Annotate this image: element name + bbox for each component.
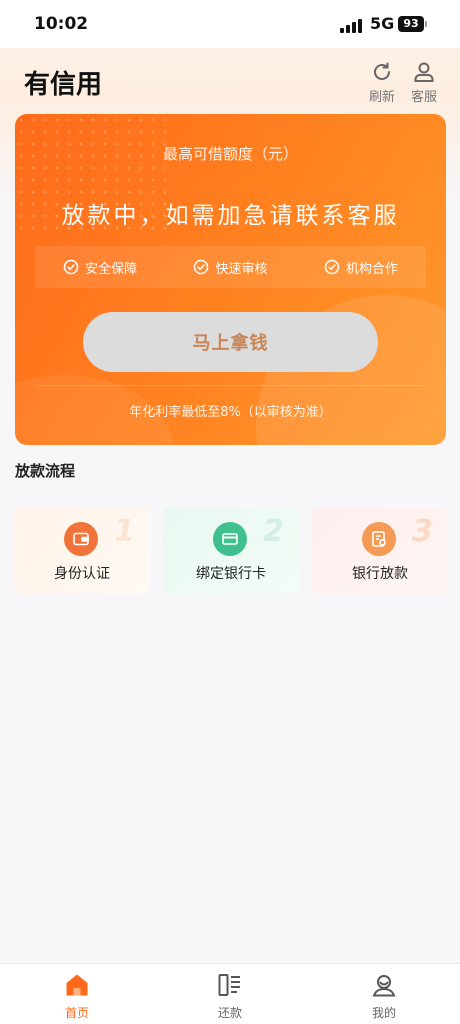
feature-label: 快速审核 xyxy=(215,261,268,277)
customer-service-icon xyxy=(414,62,434,82)
home-icon xyxy=(66,974,88,996)
wallet-icon xyxy=(73,532,89,546)
process-title: 放款流程 xyxy=(15,462,76,480)
process-step-bank-payout: 3 银行放款 xyxy=(312,508,448,594)
credit-limit-label: 最高可借额度（元） xyxy=(162,145,298,163)
profile-icon xyxy=(372,975,396,997)
process-step-bind-card: 2 绑定银行卡 xyxy=(163,508,299,594)
step-icon-circle xyxy=(64,522,98,556)
feature-item: 机构合作 xyxy=(324,258,398,277)
step-icon-circle xyxy=(213,522,247,556)
check-circle-icon xyxy=(63,259,79,275)
divider xyxy=(35,385,426,386)
interest-rate-note: 年化利率最低至8%（以审核为准） xyxy=(129,405,332,420)
refresh-icon xyxy=(374,62,390,80)
get-money-button[interactable]: 马上拿钱 xyxy=(83,312,378,372)
signal-icon xyxy=(340,17,364,33)
refresh-button[interactable]: 刷新 xyxy=(364,60,400,105)
feature-item: 安全保障 xyxy=(63,258,137,277)
feature-label: 安全保障 xyxy=(85,261,138,277)
battery-icon: 93 xyxy=(398,16,424,32)
money-document-icon xyxy=(372,531,386,547)
step-number: 2 xyxy=(263,514,284,549)
feature-label: 机构合作 xyxy=(345,261,398,277)
app-title: 有信用 xyxy=(24,69,103,99)
process-step-identity: 1 身份认证 xyxy=(14,508,150,594)
tab-home[interactable]: 首页 xyxy=(37,972,117,1021)
tab-profile[interactable]: 我的 xyxy=(344,972,424,1021)
loan-status-text: 放款中，如需加急请联系客服 xyxy=(61,203,400,229)
tab-label: 首页 xyxy=(64,1006,89,1020)
step-number: 3 xyxy=(412,514,433,549)
bottom-tab-bar: 首页 还款 我的 xyxy=(0,963,460,1024)
refresh-label: 刷新 xyxy=(368,90,395,105)
step-label: 银行放款 xyxy=(352,566,408,582)
check-circle-icon xyxy=(324,259,340,275)
step-number: 1 xyxy=(114,514,135,549)
bill-icon xyxy=(218,974,240,996)
tab-label: 我的 xyxy=(371,1006,396,1020)
bank-card-icon xyxy=(222,533,238,545)
step-icon-circle xyxy=(362,522,396,556)
network-type: 5G xyxy=(370,14,395,33)
customer-service-button[interactable]: 客服 xyxy=(406,60,442,105)
tab-label: 还款 xyxy=(217,1006,242,1020)
status-time: 10:02 xyxy=(34,14,89,34)
step-label: 身份认证 xyxy=(54,566,110,582)
tab-repayment[interactable]: 还款 xyxy=(190,972,270,1021)
step-label: 绑定银行卡 xyxy=(196,566,266,582)
loan-card: 最高可借额度（元） 放款中，如需加急请联系客服 安全保障 快速审核 机构合作 马… xyxy=(15,114,446,445)
feature-item: 快速审核 xyxy=(193,258,268,277)
battery-cap xyxy=(425,21,427,27)
status-bar: 10:02 5G 93 xyxy=(0,0,460,48)
check-circle-icon xyxy=(194,259,209,275)
feature-strip: 安全保障 快速审核 机构合作 xyxy=(35,246,426,288)
customer-service-label: 客服 xyxy=(410,90,437,105)
